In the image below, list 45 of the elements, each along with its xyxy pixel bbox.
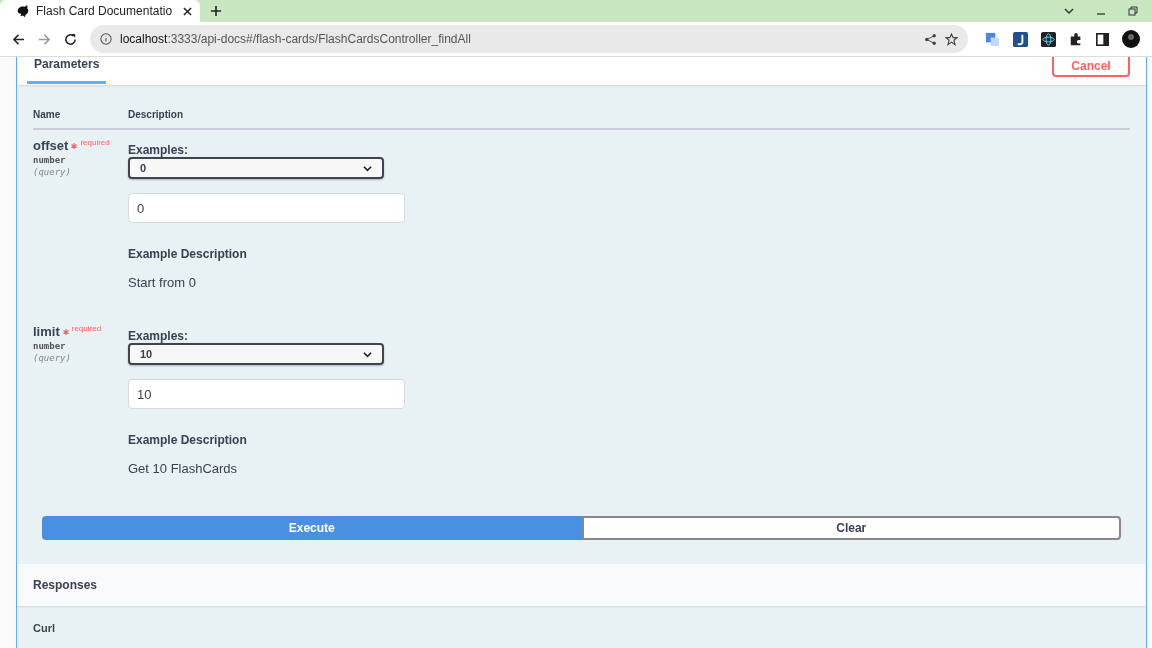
parameter-type: number xyxy=(33,341,67,351)
examples-label: Examples: xyxy=(128,143,189,157)
forward-icon[interactable] xyxy=(38,32,51,46)
example-description-label: Example Description xyxy=(128,247,247,261)
parameter-name: offset xyxy=(33,138,69,153)
input-field[interactable]: 0 xyxy=(128,193,405,223)
chevron-down-icon[interactable] xyxy=(1064,6,1074,16)
share-icon[interactable] xyxy=(924,32,937,46)
examples-dropdown[interactable]: 10 xyxy=(128,343,384,365)
side-panel-icon[interactable] xyxy=(1096,32,1109,46)
star-icon[interactable] xyxy=(945,32,958,46)
tab-title: Flash Card Documentatio xyxy=(36,4,174,18)
required-label: required xyxy=(71,324,102,333)
parameters-tab[interactable]: Parameters xyxy=(27,57,107,84)
required-label: required xyxy=(80,138,110,147)
parameter-location: (query) xyxy=(33,167,72,177)
browser-tab[interactable]: Flash Card Documentatio xyxy=(0,0,200,22)
info-icon xyxy=(100,33,112,45)
new-tab-icon[interactable] xyxy=(210,5,222,17)
chevron-down-icon xyxy=(363,163,372,173)
clear-button[interactable]: Clear xyxy=(581,516,1121,540)
avatar-icon[interactable] xyxy=(1122,30,1140,48)
example-description-label: Example Description xyxy=(128,433,247,447)
puzzle-icon[interactable] xyxy=(1069,32,1083,46)
back-icon[interactable] xyxy=(12,32,25,46)
reload-icon[interactable] xyxy=(64,32,77,46)
input-field[interactable]: 10 xyxy=(128,379,405,409)
parameter-type: number xyxy=(33,155,67,165)
address-bar[interactable]: localhost:3333/api-docs#/flash-cards/FlashCardsController_findAll xyxy=(90,25,968,53)
atom-icon[interactable] xyxy=(1041,31,1056,47)
examples-label: Examples: xyxy=(128,329,189,343)
example-description: Start from 0 xyxy=(128,275,196,290)
letter-j-icon[interactable] xyxy=(1013,31,1028,47)
url-text: localhost:3333/api-docs#/flash-cards/FlashCardsController_findAll xyxy=(120,32,471,46)
parameter-name: limit xyxy=(33,324,60,339)
column-header: Name xyxy=(33,109,62,120)
parameter-location: (query) xyxy=(33,353,72,363)
curl-heading: Curl xyxy=(33,622,55,634)
restore-icon[interactable] xyxy=(1128,6,1138,16)
example-description: Get 10 FlashCards xyxy=(128,461,238,476)
responses-heading: Responses xyxy=(33,578,98,592)
chevron-down-icon xyxy=(363,349,372,359)
column-header: Description xyxy=(128,109,183,120)
examples-dropdown[interactable]: 0 xyxy=(128,157,384,179)
close-icon[interactable] xyxy=(183,6,192,16)
